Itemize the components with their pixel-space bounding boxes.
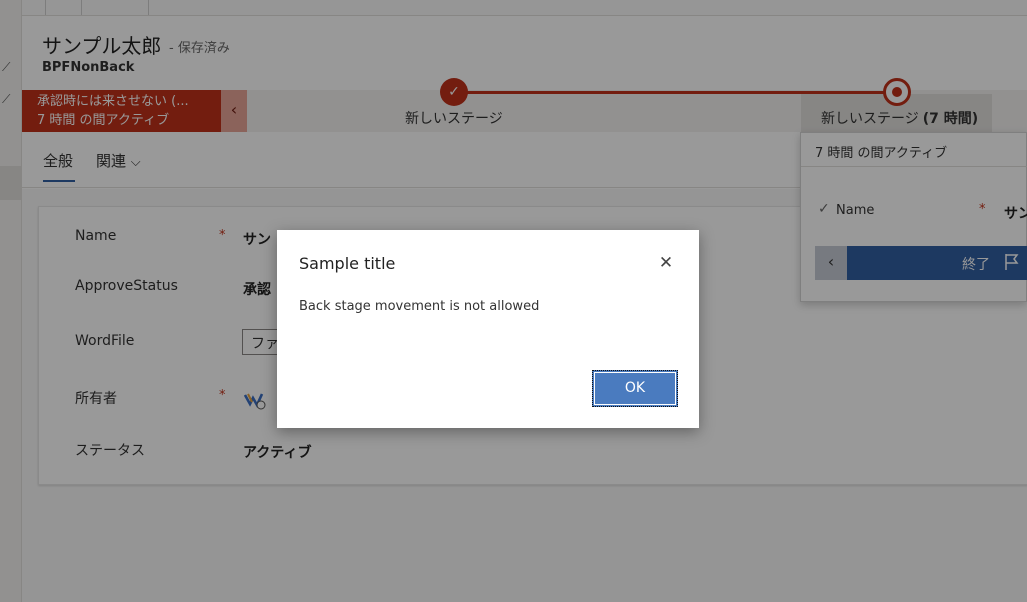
ok-button[interactable]: OK (592, 370, 678, 407)
alert-dialog: Sample title ✕ Back stage movement is no… (277, 230, 699, 428)
dialog-message: Back stage movement is not allowed (299, 299, 540, 314)
close-icon[interactable]: ✕ (655, 252, 677, 274)
dialog-title: Sample title (299, 254, 396, 273)
